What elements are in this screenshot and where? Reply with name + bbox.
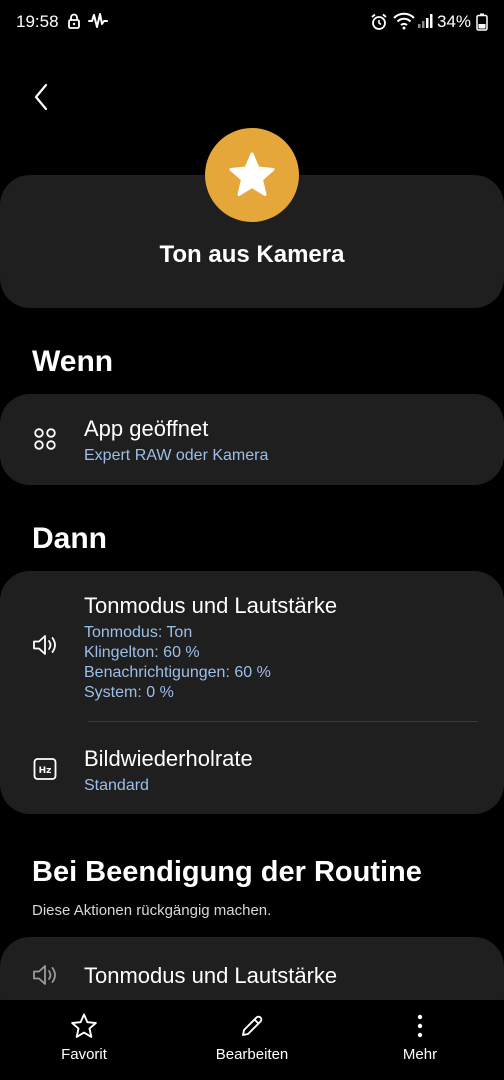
section-title-dann: Dann bbox=[32, 522, 107, 555]
action-detail-notifications: Benachrichtigungen: 60 % bbox=[84, 664, 271, 681]
status-bar: 19:58 34% bbox=[0, 0, 504, 44]
svg-text:Hz: Hz bbox=[39, 766, 52, 776]
edit-label: Bearbeiten bbox=[215, 1046, 289, 1063]
action-detail-ringtone: Klingelton: 60 % bbox=[84, 644, 200, 661]
volume-icon bbox=[31, 961, 59, 989]
star-outline-icon bbox=[71, 1013, 97, 1038]
condition-card[interactable]: App geöffnet Expert RAW oder Kamera bbox=[0, 394, 504, 485]
pencil-icon bbox=[242, 1015, 263, 1036]
volume-icon bbox=[31, 631, 59, 659]
hz-icon: Hz bbox=[31, 755, 59, 783]
section-subtitle-end: Diese Aktionen rückgängig machen. bbox=[32, 902, 272, 919]
action-title-sound: Tonmodus und Lautstärke bbox=[84, 593, 338, 618]
back-button[interactable] bbox=[24, 80, 58, 114]
battery-icon bbox=[476, 13, 488, 36]
end-action-title: Tonmodus und Lautstärke bbox=[84, 963, 338, 988]
section-title-end: Bei Beendigung der Routine bbox=[32, 856, 422, 888]
signal-icon bbox=[417, 13, 433, 34]
more-button[interactable]: Mehr bbox=[395, 1012, 445, 1063]
edit-button[interactable]: Bearbeiten bbox=[202, 1012, 302, 1063]
favorite-button[interactable]: Favorit bbox=[50, 1012, 118, 1063]
wifi-icon bbox=[393, 12, 415, 35]
lock-icon bbox=[67, 13, 81, 34]
favorite-label: Favorit bbox=[61, 1046, 107, 1063]
action-detail-mode: Tonmodus: Ton bbox=[84, 624, 193, 641]
more-label: Mehr bbox=[402, 1046, 438, 1063]
star-icon[interactable] bbox=[205, 128, 299, 222]
bottom-action-bar: Favorit Bearbeiten Mehr bbox=[0, 1000, 504, 1080]
routine-title: Ton aus Kamera bbox=[159, 241, 345, 268]
condition-title: App geöffnet bbox=[84, 416, 209, 441]
action-item-sound[interactable]: Tonmodus und Lautstärke Tonmodus: Ton Kl… bbox=[0, 571, 504, 721]
alarm-icon bbox=[370, 13, 388, 36]
chevron-left-icon bbox=[34, 83, 48, 111]
pulse-icon bbox=[88, 12, 108, 35]
more-vert-icon bbox=[417, 1014, 423, 1038]
action-item-refresh-rate[interactable]: Hz Bildwiederholrate Standard bbox=[0, 722, 504, 814]
action-detail-system: System: 0 % bbox=[84, 684, 174, 701]
action-title-refresh-rate: Bildwiederholrate bbox=[84, 746, 253, 771]
battery-level: 34% bbox=[437, 12, 472, 31]
apps-icon bbox=[31, 425, 59, 453]
condition-subtitle: Expert RAW oder Kamera bbox=[84, 447, 269, 464]
routine-detail-screen: { "status_bar": { "time": "19:58", "batt… bbox=[0, 0, 504, 1080]
status-time: 19:58 bbox=[16, 12, 59, 31]
section-title-wenn: Wenn bbox=[32, 345, 114, 378]
action-subtitle-refresh-rate: Standard bbox=[84, 777, 149, 794]
actions-card: Tonmodus und Lautstärke Tonmodus: Ton Kl… bbox=[0, 571, 504, 814]
